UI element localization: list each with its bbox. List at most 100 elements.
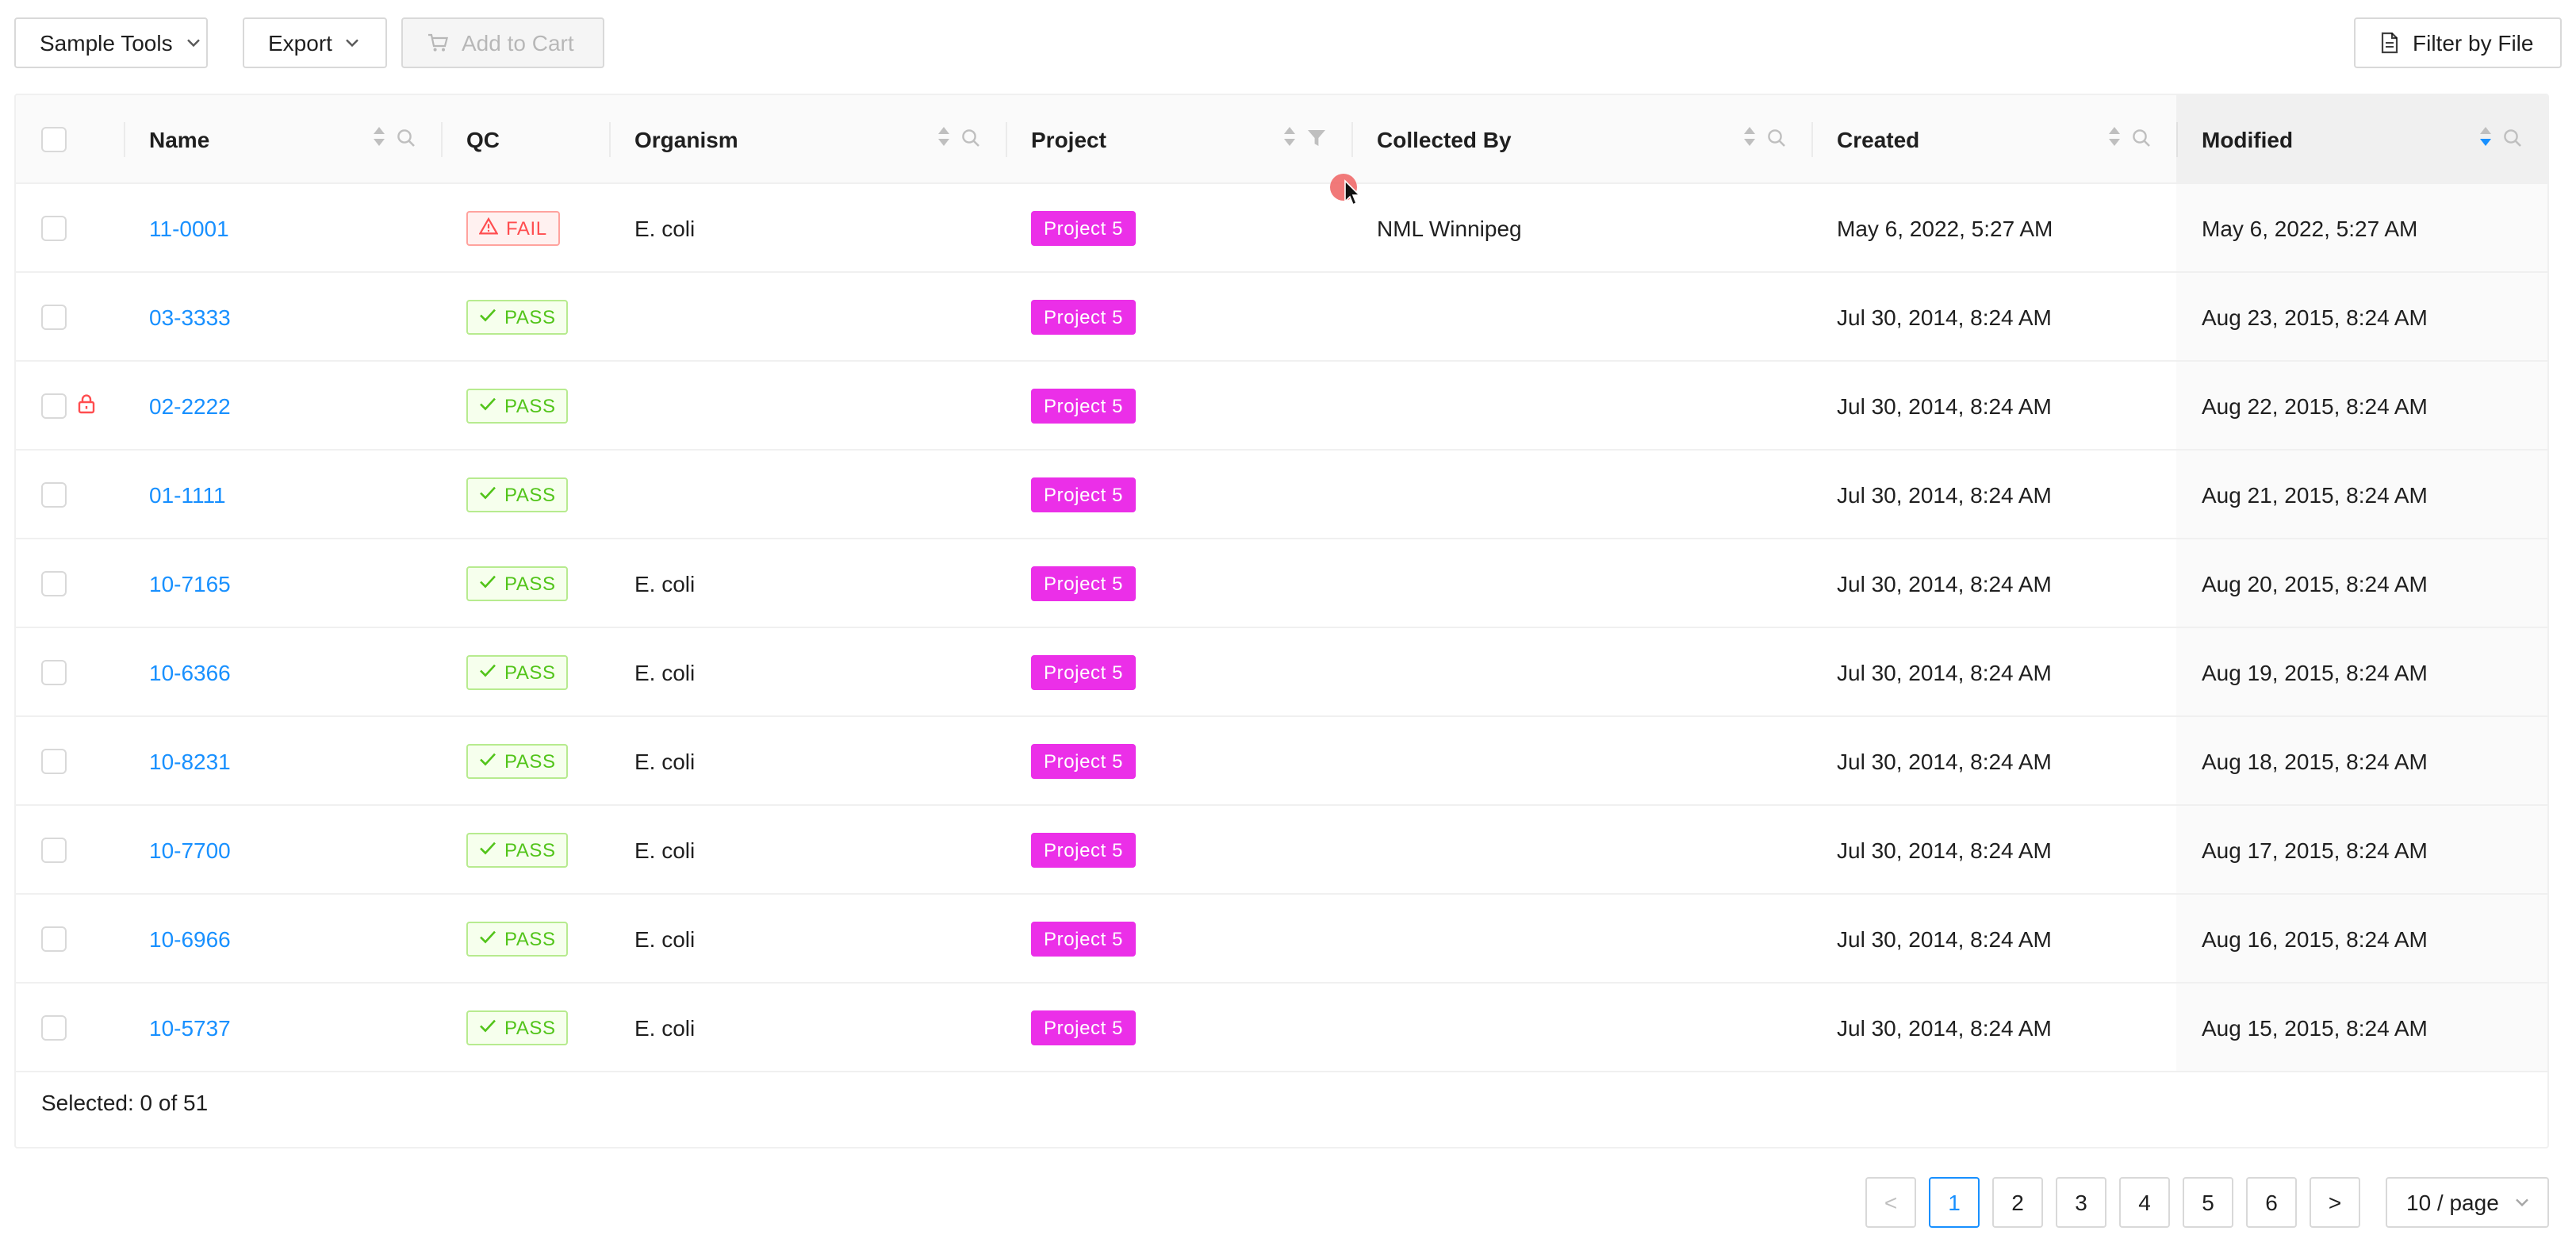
- sort-icon[interactable]: [373, 125, 385, 152]
- cell-organism: E. coli: [609, 627, 1006, 717]
- column-title-organism: Organism: [634, 126, 738, 151]
- cell-qc: PASS: [441, 894, 609, 984]
- select-all-checkbox[interactable]: [41, 126, 67, 151]
- column-header-created[interactable]: Created: [1811, 95, 2176, 184]
- check-icon: [479, 834, 496, 865]
- modified-value: Aug 23, 2015, 8:24 AM: [2202, 304, 2428, 329]
- sort-icon[interactable]: [1743, 125, 1756, 152]
- row-checkbox[interactable]: [41, 1014, 67, 1040]
- cell-qc: PASS: [441, 716, 609, 806]
- sample-name-link[interactable]: 10-7700: [149, 837, 231, 862]
- row-checkbox[interactable]: [41, 748, 67, 773]
- search-icon[interactable]: [1767, 126, 1786, 151]
- modified-value: Aug 16, 2015, 8:24 AM: [2202, 926, 2428, 951]
- table-row[interactable]: 03-3333 PASS Project 5 Jul 30, 2014, 8:24 A…: [16, 272, 2547, 362]
- page-5-button[interactable]: 5: [2183, 1177, 2233, 1228]
- cell-created: Jul 30, 2014, 8:24 AM: [1811, 361, 2176, 451]
- project-tag: Project 5: [1031, 743, 1137, 778]
- page-3-button[interactable]: 3: [2056, 1177, 2106, 1228]
- created-value: Jul 30, 2014, 8:24 AM: [1837, 1014, 2052, 1040]
- sample-name-link[interactable]: 10-5737: [149, 1014, 231, 1040]
- sample-name-link[interactable]: 10-6966: [149, 926, 231, 951]
- column-header-collected-by[interactable]: Collected By: [1351, 95, 1811, 184]
- sort-icon[interactable]: [1283, 125, 1296, 152]
- search-icon[interactable]: [2132, 126, 2151, 151]
- check-icon: [479, 745, 496, 776]
- sample-tools-dropdown[interactable]: Sample Tools: [14, 17, 208, 68]
- page-size-select[interactable]: 10 / page: [2386, 1177, 2549, 1228]
- qc-status-label: PASS: [504, 305, 556, 328]
- table-row[interactable]: 10-8231 PASS E. coli Project 5 Jul 30, 2014,…: [16, 716, 2547, 806]
- row-checkbox[interactable]: [41, 481, 67, 507]
- search-icon[interactable]: [2503, 126, 2522, 151]
- row-checkbox[interactable]: [41, 659, 67, 684]
- qc-status-label: PASS: [504, 661, 556, 683]
- row-checkbox[interactable]: [41, 304, 67, 329]
- row-select-cell: [16, 272, 124, 362]
- page-6-button[interactable]: 6: [2246, 1177, 2297, 1228]
- search-icon[interactable]: [961, 126, 980, 151]
- sample-name-link[interactable]: 01-1111: [149, 481, 226, 507]
- qc-status-tag: PASS: [466, 1010, 569, 1045]
- cell-qc: PASS: [441, 361, 609, 451]
- column-header-project[interactable]: Project: [1006, 95, 1351, 184]
- sample-name-link[interactable]: 02-2222: [149, 393, 231, 418]
- chevron-down-icon: [345, 35, 361, 51]
- sort-descending-icon[interactable]: [2479, 125, 2492, 152]
- cell-name: 10-8231: [124, 716, 441, 806]
- table-row[interactable]: 10-6366 PASS E. coli Project 5 Jul 30, 2014,…: [16, 627, 2547, 717]
- page-2-button[interactable]: 2: [1992, 1177, 2043, 1228]
- table-row[interactable]: 10-7700 PASS E. coli Project 5 Jul 30, 2014,…: [16, 805, 2547, 895]
- add-to-cart-button[interactable]: Add to Cart: [401, 17, 604, 68]
- row-checkbox[interactable]: [41, 837, 67, 862]
- cell-project: Project 5: [1006, 627, 1351, 717]
- row-checkbox[interactable]: [41, 215, 67, 240]
- table-row[interactable]: 10-6966 PASS E. coli Project 5 Jul 30, 2014,…: [16, 894, 2547, 984]
- page-4-button[interactable]: 4: [2119, 1177, 2170, 1228]
- filter-by-file-button[interactable]: Filter by File: [2354, 17, 2562, 68]
- cell-qc: PASS: [441, 805, 609, 895]
- row-checkbox[interactable]: [41, 393, 67, 418]
- sample-name-link[interactable]: 11-0001: [149, 215, 229, 240]
- organism-value: E. coli: [634, 926, 696, 951]
- export-dropdown[interactable]: Export: [243, 17, 387, 68]
- row-checkbox[interactable]: [41, 926, 67, 951]
- table-row[interactable]: 11-0001 FAIL E. coli Project 5 NML Winnipeg M…: [16, 183, 2547, 273]
- cell-modified: Aug 22, 2015, 8:24 AM: [2176, 361, 2547, 451]
- next-page-button[interactable]: >: [2310, 1177, 2360, 1228]
- cell-collected-by: [1351, 716, 1811, 806]
- table-row[interactable]: 10-7165 PASS E. coli Project 5 Jul 30, 2014,…: [16, 539, 2547, 628]
- organism-value: E. coli: [634, 1014, 696, 1040]
- organism-value: E. coli: [634, 570, 696, 596]
- table-row[interactable]: 01-1111 PASS Project 5 Jul 30, 2014, 8:24 A…: [16, 450, 2547, 539]
- row-checkbox[interactable]: [41, 570, 67, 596]
- cell-collected-by: [1351, 361, 1811, 451]
- row-select-cell: [16, 361, 124, 451]
- sample-name-link[interactable]: 10-7165: [149, 570, 231, 596]
- column-title-created: Created: [1837, 126, 1920, 151]
- row-select-cell: [16, 539, 124, 628]
- sort-icon[interactable]: [2108, 125, 2121, 152]
- sample-name-link[interactable]: 03-3333: [149, 304, 231, 329]
- page-1-button[interactable]: 1: [1929, 1177, 1980, 1228]
- cell-modified: Aug 16, 2015, 8:24 AM: [2176, 894, 2547, 984]
- created-value: Jul 30, 2014, 8:24 AM: [1837, 837, 2052, 862]
- project-tag: Project 5: [1031, 210, 1137, 245]
- check-icon: [479, 656, 496, 688]
- cell-name: 03-3333: [124, 272, 441, 362]
- column-header-organism[interactable]: Organism: [609, 95, 1006, 184]
- search-icon[interactable]: [397, 126, 416, 151]
- filter-icon[interactable]: [1307, 126, 1326, 151]
- column-header-modified[interactable]: Modified: [2176, 95, 2547, 184]
- cell-project: Project 5: [1006, 539, 1351, 628]
- cell-organism: E. coli: [609, 894, 1006, 984]
- sample-name-link[interactable]: 10-6366: [149, 659, 231, 684]
- sort-icon[interactable]: [937, 125, 950, 152]
- cell-modified: Aug 23, 2015, 8:24 AM: [2176, 272, 2547, 362]
- table-row[interactable]: 02-2222 PASS Project 5 Jul 30, 2014, 8:24 A…: [16, 361, 2547, 451]
- sample-name-link[interactable]: 10-8231: [149, 748, 231, 773]
- column-header-name[interactable]: Name: [124, 95, 441, 184]
- prev-page-button[interactable]: <: [1865, 1177, 1916, 1228]
- qc-status-tag: PASS: [466, 477, 569, 512]
- cell-organism: E. coli: [609, 183, 1006, 273]
